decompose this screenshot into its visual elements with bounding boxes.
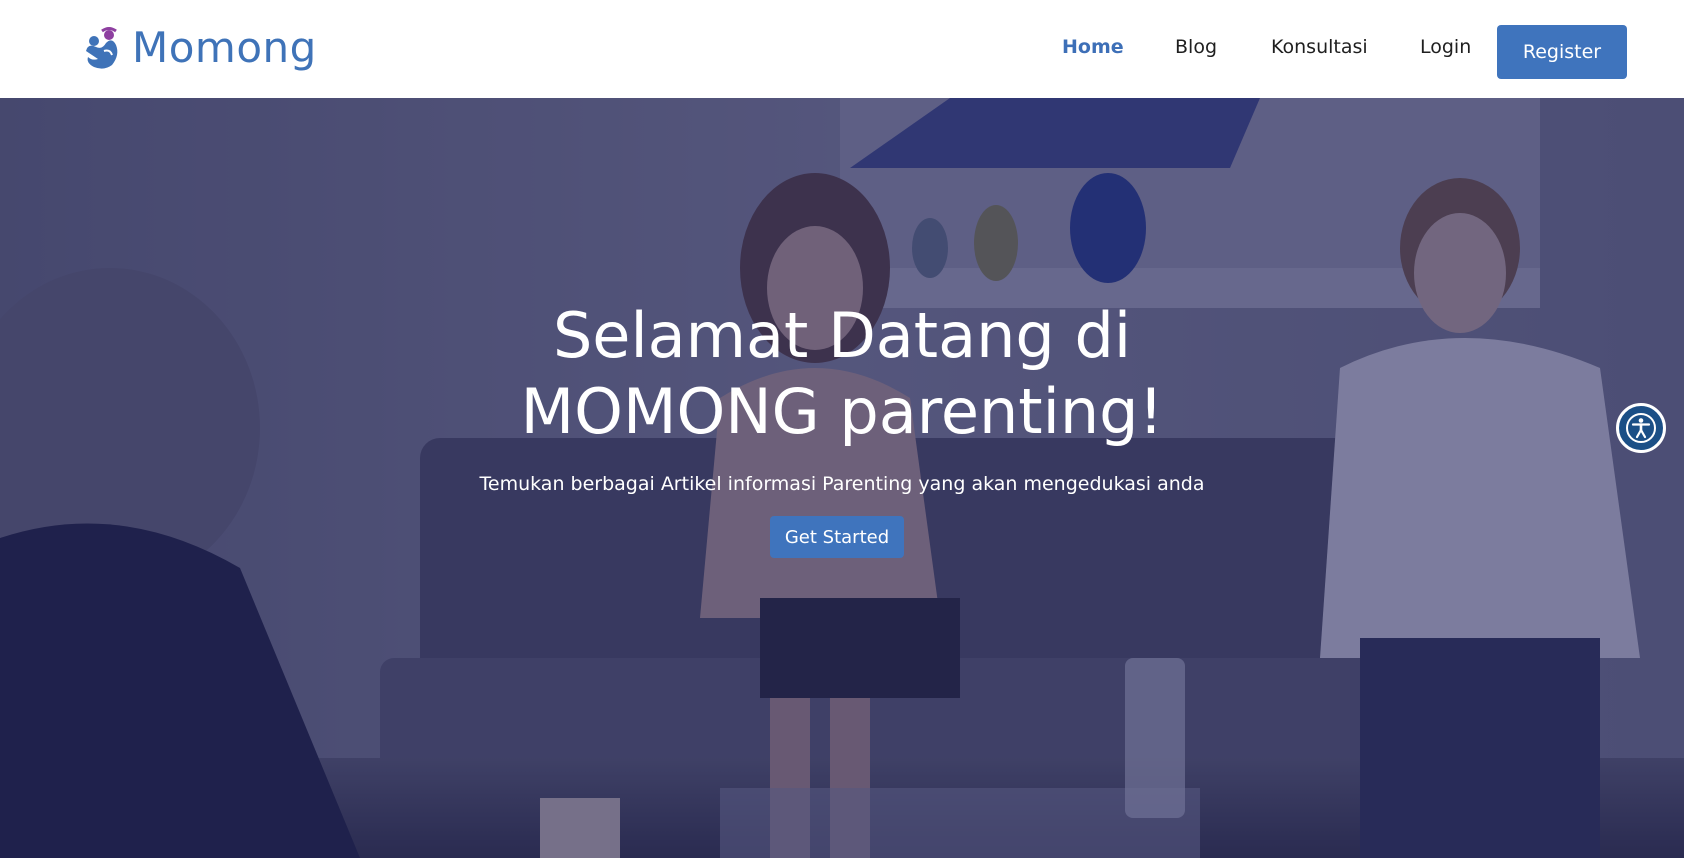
nav-login[interactable]: Login <box>1420 36 1471 59</box>
brand-logo-link[interactable]: Momong <box>82 22 317 74</box>
nav-konsultasi[interactable]: Konsultasi <box>1271 36 1368 59</box>
momong-logo-icon <box>86 27 118 69</box>
hero-subtitle: Temukan berbagai Artikel informasi Paren… <box>479 473 1205 495</box>
hero-title-line1: Selamat Datang di <box>552 299 1132 372</box>
nav-home[interactable]: Home <box>1062 36 1124 59</box>
nav-blog[interactable]: Blog <box>1175 36 1217 59</box>
hero-title: Selamat Datang di MOMONG parenting! <box>442 298 1242 450</box>
brand-name: Momong <box>132 23 317 72</box>
accessibility-icon <box>1626 413 1656 443</box>
hero-title-line2: MOMONG parenting! <box>520 375 1164 448</box>
register-button[interactable]: Register <box>1497 25 1627 79</box>
hero-section: Selamat Datang di MOMONG parenting! Temu… <box>0 98 1684 858</box>
get-started-button[interactable]: Get Started <box>770 516 904 558</box>
navbar: Momong Home Blog Konsultasi Login Regist… <box>0 0 1684 98</box>
accessibility-button[interactable] <box>1616 403 1666 453</box>
hero-content: Selamat Datang di MOMONG parenting! Temu… <box>0 98 1684 858</box>
